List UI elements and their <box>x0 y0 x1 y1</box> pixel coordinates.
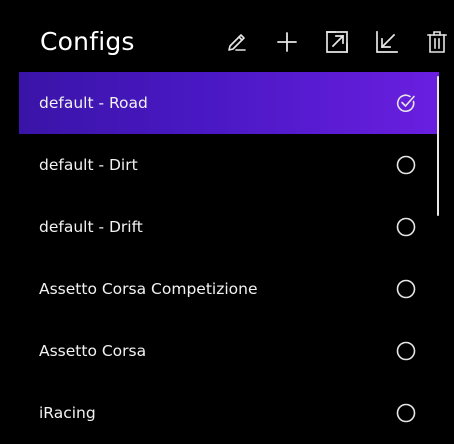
list-item[interactable]: default - Drift <box>19 196 439 258</box>
configs-panel: Configs default - Road default - Dirt de… <box>0 0 454 434</box>
panel-header: Configs <box>0 0 454 72</box>
radio-circle-icon[interactable] <box>395 402 417 424</box>
import-icon <box>374 29 400 55</box>
plus-icon <box>275 30 299 54</box>
config-label: Assetto Corsa <box>39 342 147 360</box>
list-item[interactable]: Assetto Corsa <box>19 320 439 382</box>
scrollbar[interactable] <box>437 76 439 216</box>
radio-circle-icon[interactable] <box>395 340 417 362</box>
config-label: default - Drift <box>39 218 143 236</box>
edit-button[interactable] <box>222 26 252 58</box>
radio-circle-icon[interactable] <box>395 154 417 176</box>
radio-circle-icon[interactable] <box>395 278 417 300</box>
config-label: iRacing <box>39 404 96 422</box>
config-label: default - Road <box>39 94 148 112</box>
list-item[interactable]: default - Dirt <box>19 134 439 196</box>
list-item[interactable]: iRacing <box>19 382 439 444</box>
config-label: default - Dirt <box>39 156 138 174</box>
page-title: Configs <box>40 27 135 56</box>
delete-button[interactable] <box>422 26 452 58</box>
import-button[interactable] <box>372 26 402 58</box>
export-button[interactable] <box>322 26 352 58</box>
pencil-icon <box>225 30 249 54</box>
add-button[interactable] <box>272 26 302 58</box>
list-item[interactable]: default - Road <box>19 72 439 134</box>
config-list: default - Road default - Dirt default - … <box>19 72 439 434</box>
export-icon <box>324 29 350 55</box>
config-label: Assetto Corsa Competizione <box>39 280 258 298</box>
check-circle-icon[interactable] <box>395 92 417 114</box>
list-item[interactable]: Assetto Corsa Competizione <box>19 258 439 320</box>
trash-icon <box>426 30 448 54</box>
radio-circle-icon[interactable] <box>395 216 417 238</box>
